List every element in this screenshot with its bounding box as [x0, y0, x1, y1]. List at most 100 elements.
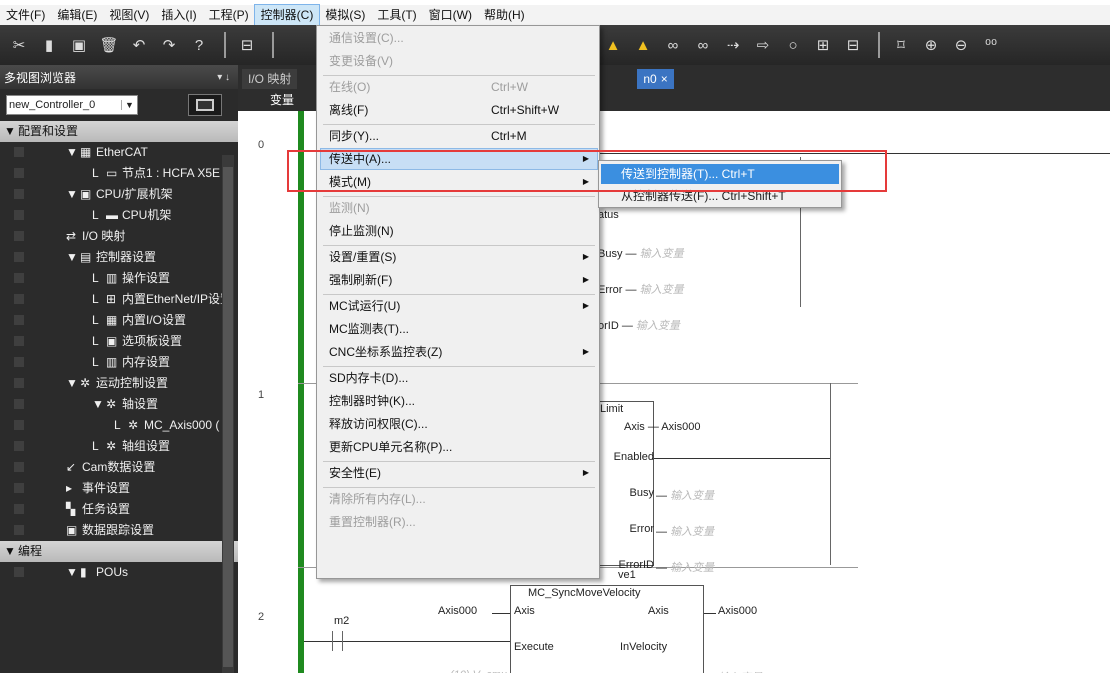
pin-value[interactable]: 输入变量	[670, 526, 714, 538]
tree-item[interactable]: L ▭ 节点1 : HCFA X5E	[0, 163, 238, 184]
velocity-var[interactable]: (10) V_cmu	[450, 669, 507, 673]
window-icon[interactable]: ⊟	[234, 32, 260, 58]
pin-value[interactable]: 输入变量	[670, 490, 714, 502]
menu-4[interactable]: 工程(P)	[203, 5, 255, 25]
tree-item[interactable]: ▚ 任务设置	[0, 499, 238, 520]
scrollbar-thumb[interactable]	[223, 167, 233, 667]
zoom-out-icon[interactable]: ⊖	[948, 32, 974, 58]
run-icon[interactable]: ⇨	[750, 32, 776, 58]
pin-value[interactable]: 输入变量	[640, 284, 684, 296]
tree-item[interactable]: L ▦ 内置I/O设置	[0, 310, 238, 331]
tree-item[interactable]: L ✲ 轴组设置	[0, 436, 238, 457]
pin-value[interactable]: 输入变量	[670, 562, 714, 574]
busy-value[interactable]: 输入变量	[718, 669, 762, 673]
menu-2[interactable]: 视图(V)	[103, 5, 155, 25]
pin-value[interactable]: Axis000	[661, 421, 700, 433]
circle-icon[interactable]: ○	[780, 32, 806, 58]
tree-item[interactable]: L ▥ 操作设置	[0, 268, 238, 289]
menu-5[interactable]: 控制器(C)	[253, 4, 321, 26]
controller-menu-item[interactable]: 同步(Y)... Ctrl+M	[321, 126, 597, 146]
split-icon[interactable]: ⊞	[810, 32, 836, 58]
tree-item[interactable]: L ▬ CPU机架	[0, 205, 238, 226]
axis-in-var[interactable]: Axis000	[438, 605, 477, 617]
tree-item[interactable]: ▼ ✲ 轴设置	[0, 394, 238, 415]
tree-expander-icon[interactable]: ▼	[66, 373, 78, 394]
tree-expander-icon[interactable]: ▼	[66, 184, 78, 205]
controller-icon[interactable]	[188, 94, 222, 116]
controller-menu-item[interactable]: 控制器时钟(K)...	[321, 391, 597, 411]
tree-expander-icon[interactable]: ▼	[4, 541, 16, 562]
axis-out-var[interactable]: Axis000	[718, 605, 757, 617]
menu-0[interactable]: 文件(F)	[0, 5, 51, 25]
menu-3[interactable]: 插入(I)	[155, 5, 202, 25]
tree-item[interactable]: L ▥ 内存设置	[0, 352, 238, 373]
tree-item[interactable]: L ▣ 选项板设置	[0, 331, 238, 352]
tree-expander-icon[interactable]: ▼	[66, 142, 78, 163]
tree-item[interactable]: ▼ ▤ 控制器设置	[0, 247, 238, 268]
tree-item[interactable]: ▼ ✲ 运动控制设置	[0, 373, 238, 394]
fit-icon[interactable]: ⌑	[888, 32, 914, 58]
link-off-icon[interactable]: ∞	[690, 32, 716, 58]
tree-item[interactable]: ▼ 编程	[0, 541, 238, 562]
menu-1[interactable]: 编辑(E)	[51, 5, 103, 25]
transfer-submenu-item[interactable]: 从控制器传送(F)... Ctrl+Shift+T	[601, 186, 839, 206]
controller-menu-item[interactable]: SD内存卡(D)...	[321, 368, 597, 388]
controller-menu-item[interactable]: 安全性(E) ▶	[321, 463, 597, 483]
step-icon[interactable]: ⇢	[720, 32, 746, 58]
contact-icon[interactable]	[342, 631, 343, 651]
tree-item[interactable]: ▣ 数据跟踪设置	[0, 520, 238, 541]
controller-menu-item[interactable]: 停止监测(N)	[321, 221, 597, 241]
warning-icon[interactable]: ▲	[600, 32, 626, 58]
menu-9[interactable]: 帮助(H)	[478, 5, 531, 25]
undo-icon[interactable]: ↶	[126, 32, 152, 58]
chevron-down-icon[interactable]: ▼	[121, 100, 137, 110]
link-icon[interactable]: ∞	[660, 32, 686, 58]
controller-menu-item[interactable]: 模式(M) ▶	[321, 172, 597, 192]
explorer-scrollbar[interactable]	[222, 155, 234, 673]
pin-value[interactable]: 输入变量	[640, 248, 684, 260]
editor-tab[interactable]: I/O 映射	[242, 69, 298, 89]
close-icon[interactable]: ×	[661, 72, 668, 86]
menu-7[interactable]: 工具(T)	[371, 5, 422, 25]
tree-item[interactable]: ▸ 事件设置	[0, 478, 238, 499]
controller-menu-item[interactable]: 更新CPU单元名称(P)...	[321, 437, 597, 457]
controller-menu-item[interactable]: 传送中(A)... ▶	[320, 148, 598, 170]
controller-menu-item[interactable]: 设置/重置(S) ▶	[321, 247, 597, 267]
tree-expander-icon[interactable]: ▼	[66, 247, 78, 268]
editor-tab[interactable]: n0 ×	[637, 69, 674, 89]
tree-item[interactable]: ▼ ▮ POUs	[0, 562, 238, 583]
pin-icon[interactable]: ▾ ↓	[217, 72, 230, 83]
transfer-submenu-item[interactable]: 传送到控制器(T)... Ctrl+T	[601, 164, 839, 184]
menu-8[interactable]: 窗口(W)	[423, 5, 478, 25]
controller-menu-item[interactable]: 离线(F) Ctrl+Shift+W	[321, 100, 597, 120]
warning-off-icon[interactable]: ▲	[630, 32, 656, 58]
controller-menu-item[interactable]: 释放访问权限(C)...	[321, 414, 597, 434]
tree-item[interactable]: ▼ ▣ CPU/扩展机架	[0, 184, 238, 205]
help-icon[interactable]: ?	[186, 32, 212, 58]
copy-icon[interactable]: ▮	[36, 32, 62, 58]
cut-icon[interactable]: ✂	[6, 32, 32, 58]
tree-item[interactable]: ↙ Cam数据设置	[0, 457, 238, 478]
redo-icon[interactable]: ↷	[156, 32, 182, 58]
delete-icon[interactable]: 🗑	[96, 32, 122, 58]
zoom-in-icon[interactable]: ⊕	[918, 32, 944, 58]
tree-expander-icon[interactable]: ▼	[4, 121, 16, 142]
menu-6[interactable]: 模拟(S)	[319, 5, 371, 25]
zoom-reset-icon[interactable]: ⁰⁰	[978, 32, 1004, 58]
controller-menu-item[interactable]: MC试运行(U) ▶	[321, 296, 597, 316]
paste-icon[interactable]: ▣	[66, 32, 92, 58]
tree-item[interactable]: L ⊞ 内置EtherNet/IP设置	[0, 289, 238, 310]
tree-expander-icon[interactable]: ▼	[66, 562, 78, 583]
tree-item[interactable]: ▼ ▦ EtherCAT	[0, 142, 238, 163]
controller-menu-item[interactable]: 强制刷新(F) ▶	[321, 270, 597, 290]
tree-item[interactable]: L ✲ MC_Axis000 (	[0, 415, 238, 436]
tree-expander-icon[interactable]: ▼	[92, 394, 104, 415]
tree-item[interactable]: ▼ 配置和设置	[0, 121, 238, 142]
contact-icon[interactable]	[332, 631, 333, 651]
tree-item[interactable]: ⇄ I/O 映射	[0, 226, 238, 247]
controller-dropdown[interactable]: new_Controller_0 ▼	[6, 95, 138, 115]
pin-value[interactable]: 输入变量	[636, 320, 680, 332]
merge-icon[interactable]: ⊟	[840, 32, 866, 58]
controller-menu-item[interactable]: CNC坐标系监控表(Z) ▶	[321, 342, 597, 362]
controller-menu-item[interactable]: MC监测表(T)...	[321, 319, 597, 339]
